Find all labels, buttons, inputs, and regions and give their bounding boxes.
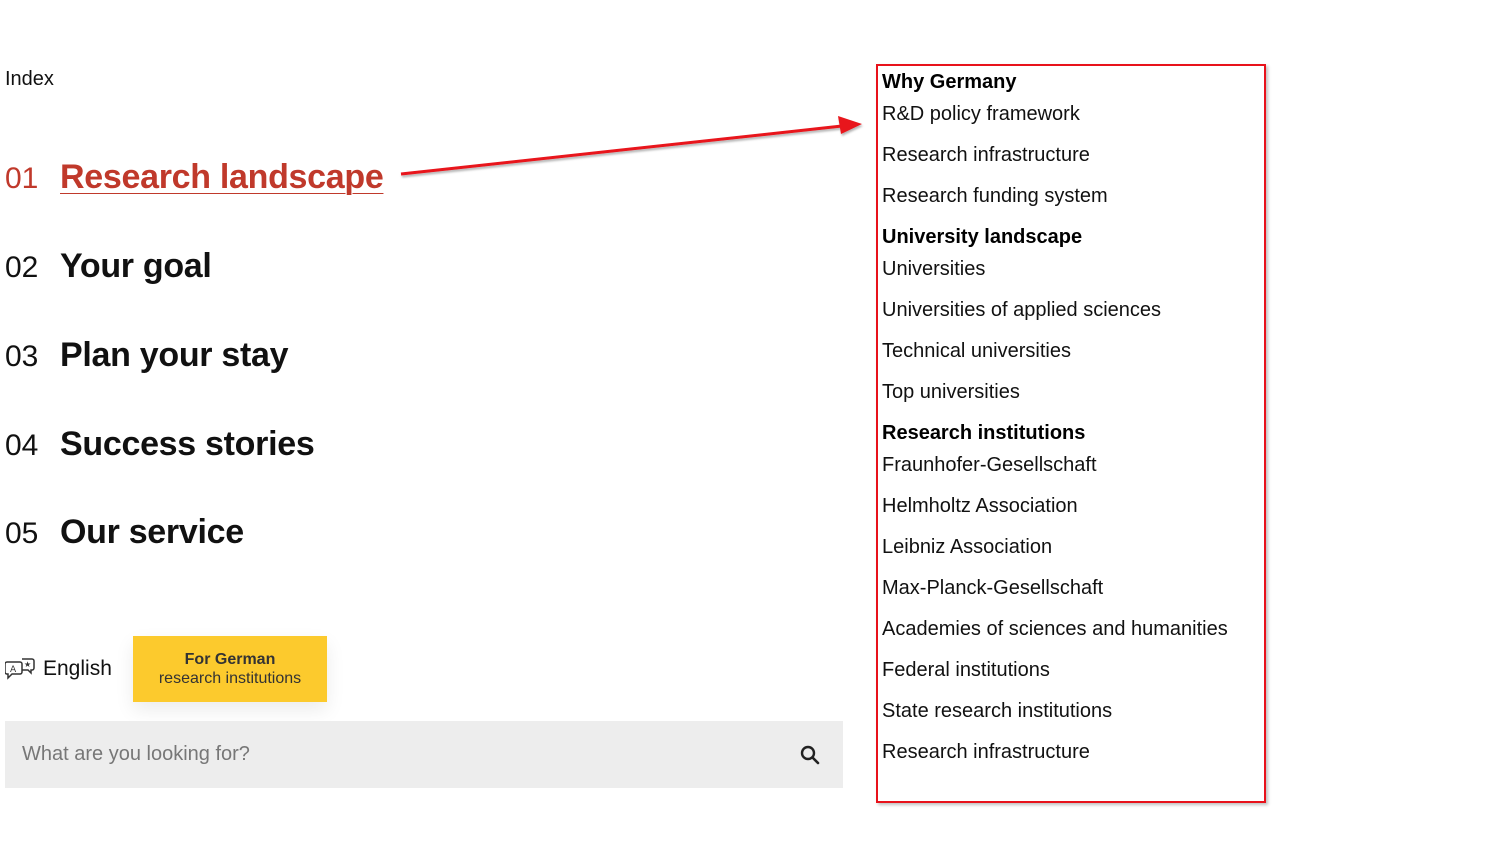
submenu-link[interactable]: Fraunhofer-Gesellschaft bbox=[882, 453, 1228, 477]
submenu-group-university-landscape: University landscape Universities Univer… bbox=[882, 225, 1228, 404]
cta-line1: For German bbox=[184, 651, 276, 668]
submenu-link[interactable]: Research funding system bbox=[882, 184, 1228, 208]
nav-item-success-stories[interactable]: 04 Success stories bbox=[5, 425, 315, 464]
language-switcher[interactable]: A ★ English bbox=[5, 656, 112, 682]
search-icon[interactable] bbox=[799, 744, 821, 766]
index-label: Index bbox=[5, 68, 54, 90]
for-german-institutions-button[interactable]: For German research institutions bbox=[133, 636, 327, 702]
svg-text:A: A bbox=[10, 665, 17, 675]
submenu-link[interactable]: Universities of applied sciences bbox=[882, 298, 1228, 322]
nav-label[interactable]: Success stories bbox=[60, 425, 315, 464]
nav-number: 05 bbox=[5, 517, 39, 550]
nav-number: 01 bbox=[5, 162, 39, 195]
submenu-panel: Why Germany R&D policy framework Researc… bbox=[876, 64, 1266, 803]
submenu-link[interactable]: R&D policy framework bbox=[882, 102, 1228, 126]
submenu-link[interactable]: Technical universities bbox=[882, 339, 1228, 363]
submenu-link[interactable]: Helmholtz Association bbox=[882, 494, 1228, 518]
submenu-link[interactable]: Top universities bbox=[882, 380, 1228, 404]
annotation-arrow bbox=[400, 116, 862, 176]
nav-item-plan-your-stay[interactable]: 03 Plan your stay bbox=[5, 336, 289, 375]
submenu-link[interactable]: Max-Planck-Gesellschaft bbox=[882, 576, 1228, 600]
nav-item-your-goal[interactable]: 02 Your goal bbox=[5, 247, 212, 286]
submenu-link[interactable]: Academies of sciences and humanities bbox=[882, 617, 1228, 641]
language-label: English bbox=[43, 657, 112, 680]
submenu-link[interactable]: Universities bbox=[882, 257, 1228, 281]
search-input[interactable] bbox=[5, 721, 765, 788]
nav-label[interactable]: Plan your stay bbox=[60, 336, 289, 375]
submenu-group-title[interactable]: Research institutions bbox=[882, 421, 1228, 445]
nav-number: 02 bbox=[5, 251, 39, 284]
submenu-group-why-germany: Why Germany R&D policy framework Researc… bbox=[882, 70, 1228, 208]
nav-item-research-landscape[interactable]: 01 Research landscape bbox=[5, 158, 384, 197]
submenu-link[interactable]: State research institutions bbox=[882, 699, 1228, 723]
submenu-link[interactable]: Federal institutions bbox=[882, 658, 1228, 682]
submenu-group-research-institutions: Research institutions Fraunhofer-Gesells… bbox=[882, 421, 1228, 764]
nav-number: 04 bbox=[5, 429, 39, 462]
nav-label[interactable]: Research landscape bbox=[60, 158, 384, 197]
submenu-link[interactable]: Research infrastructure bbox=[882, 143, 1228, 167]
translate-icon: A ★ bbox=[5, 658, 35, 680]
nav-item-our-service[interactable]: 05 Our service bbox=[5, 513, 244, 552]
search-bar bbox=[5, 721, 843, 788]
nav-number: 03 bbox=[5, 340, 39, 373]
svg-text:★: ★ bbox=[24, 660, 31, 669]
submenu-link[interactable]: Research infrastructure bbox=[882, 740, 1228, 764]
submenu-group-title[interactable]: University landscape bbox=[882, 225, 1228, 249]
submenu-link[interactable]: Leibniz Association bbox=[882, 535, 1228, 559]
cta-line2: research institutions bbox=[158, 670, 302, 687]
submenu-group-title[interactable]: Why Germany bbox=[882, 70, 1228, 94]
nav-label[interactable]: Your goal bbox=[60, 247, 212, 286]
nav-label[interactable]: Our service bbox=[60, 513, 244, 552]
